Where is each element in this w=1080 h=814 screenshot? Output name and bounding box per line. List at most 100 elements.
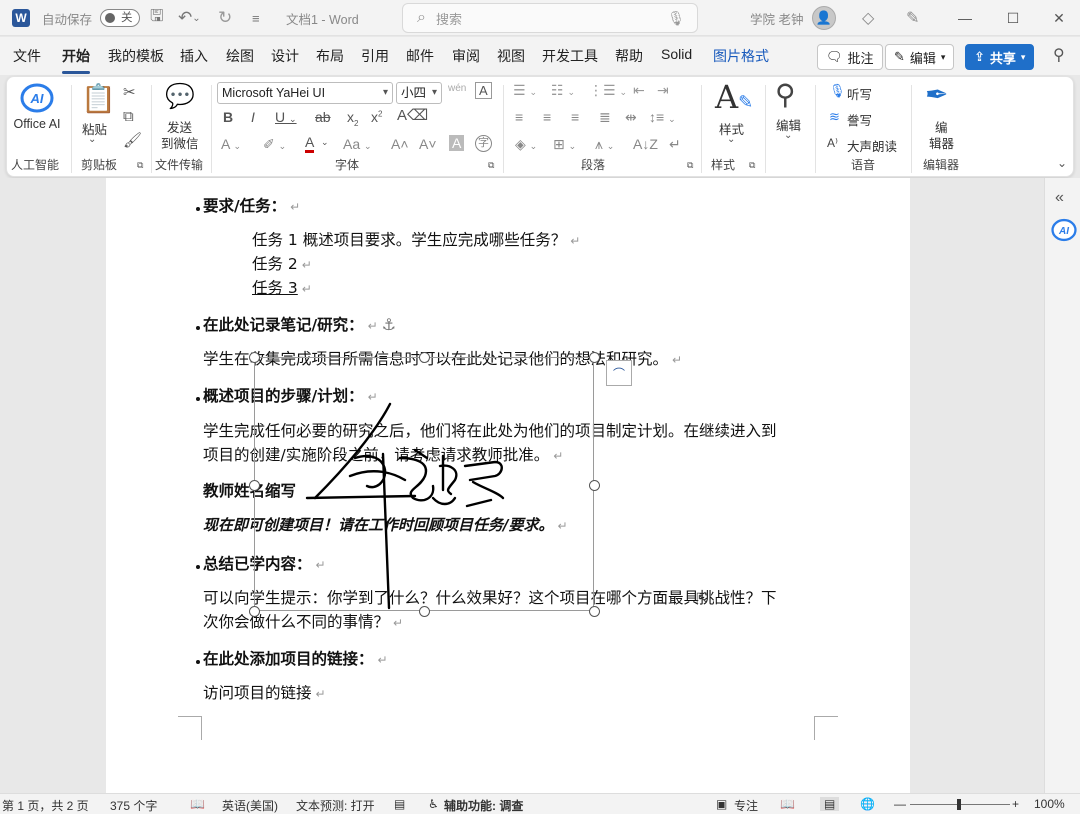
strikethrough-icon[interactable]: ab [315,110,331,124]
diamond-icon[interactable]: ◇ [862,0,874,36]
editor-label-2[interactable]: 辑器 [929,133,954,152]
resize-handle[interactable] [589,480,600,491]
borders-icon[interactable]: ⊞ ⌄ [553,137,576,151]
tab-my-templates[interactable]: 我的模板 [108,46,164,66]
focus-label[interactable]: 专注 [734,797,758,814]
tab-design[interactable]: 设计 [271,46,299,66]
minimize-button[interactable]: — [942,0,988,36]
numbering-icon[interactable]: ☷ ⌄ [551,83,575,97]
show-marks-icon[interactable]: ↵ [669,137,681,151]
microphone-icon[interactable]: 🎙 [829,84,846,97]
heading-notes[interactable]: 在此处记录笔记/研究： ↵ ⚓︎ [203,313,396,335]
grow-font-icon[interactable]: A˄ [391,137,409,151]
transcribe-label[interactable]: 誊写 [847,110,872,129]
cut-icon[interactable]: ✂ [123,85,136,100]
wechat-icon[interactable]: 💬 [165,85,195,109]
line-spacing-icon[interactable]: ↕≡ ⌄ [649,110,676,124]
align-left-icon[interactable]: ≡ [515,110,523,124]
clipboard-icon[interactable]: 📋 [81,85,116,113]
task-2[interactable]: 任务 2 ↵ [252,252,312,274]
avatar[interactable]: 👤 [812,0,836,36]
customize-qat-icon[interactable]: ≡ [252,0,260,36]
font-color-icon[interactable]: A [305,135,315,153]
font-size-select[interactable]: 小四 ▾ [396,82,442,104]
resize-handle[interactable] [589,352,600,363]
chevron-down-icon[interactable]: ⌄ [727,135,735,145]
office-ai-icon[interactable]: AI [1051,218,1077,245]
read-aloud-label[interactable]: 大声朗读 [847,136,897,155]
resize-handle[interactable] [419,606,430,617]
zoom-slider-thumb[interactable] [957,799,961,810]
phonetic-guide-icon[interactable]: wén [448,84,466,94]
layout-options-icon[interactable]: ⌒ [606,360,632,386]
zoom-in-icon[interactable]: + [1012,797,1019,811]
macro-icon[interactable]: ▤ [394,797,405,811]
chevron-down-icon[interactable]: ⌄ [784,131,792,141]
underline-icon[interactable]: U ⌄ [275,110,297,124]
tab-insert[interactable]: 插入 [180,46,208,66]
tab-solid[interactable]: Solid [661,46,692,62]
italic-icon[interactable]: I [251,110,255,124]
read-aloud-icon[interactable]: A⁾ [827,137,838,149]
superscript-icon[interactable]: x2 [371,110,382,124]
undo-icon[interactable]: ↶ ⌄ [178,0,201,36]
char-border-icon[interactable]: A [475,82,492,99]
save-icon[interactable]: 🖫 [150,0,164,36]
accessibility-status[interactable]: 辅助功能: 调查 [444,797,523,814]
pen-icon[interactable]: ✎ [906,0,919,36]
user-name[interactable]: 学院 老钟 [750,0,803,36]
language[interactable]: 英语(美国) [222,797,278,814]
task-1[interactable]: 任务 1 概述项目要求。学生应完成哪些任务？ ↵ [252,228,580,250]
tab-developer[interactable]: 开发工具 [542,46,598,66]
copy-icon[interactable]: ⧉ [123,109,134,124]
sort-icon[interactable]: A↓Z [633,137,658,151]
heading-requirements[interactable]: 要求/任务： ↵ [203,194,300,216]
distributed-icon[interactable]: ⇹ [625,110,637,124]
justify-icon[interactable]: ≣ [599,110,611,124]
dialog-launcher-icon[interactable]: ⧉ [749,161,755,170]
print-layout-icon[interactable]: ▤ [820,797,840,811]
maximize-button[interactable]: ☐ [990,0,1036,36]
resize-handle[interactable] [419,352,430,363]
autosave-toggle[interactable]: 关 [96,0,140,36]
read-mode-icon[interactable]: 📖 [780,797,795,811]
anchor-icon[interactable]: ⚓︎ [382,315,396,334]
font-name-select[interactable]: Microsoft YaHei UI ▾ [217,82,393,104]
web-layout-icon[interactable]: 🌐 [860,797,875,811]
bold-icon[interactable]: B [223,110,233,124]
collapse-ribbon-icon[interactable]: ⌄ [1057,157,1067,169]
close-button[interactable]: ✕ [1036,0,1080,36]
bullets-icon[interactable]: ☰ ⌄ [513,83,537,97]
multilevel-list-icon[interactable]: ⋮☰ ⌄ [589,83,627,97]
text-effects-icon[interactable]: A ⌄ [221,137,241,151]
proofing-icon[interactable]: 📖 [190,797,205,811]
resize-handle[interactable] [249,606,260,617]
resize-handle[interactable] [589,606,600,617]
increase-indent-icon[interactable]: ⇥ [657,83,669,97]
dictate-label[interactable]: 听写 [847,84,872,103]
tab-references[interactable]: 引用 [361,46,389,66]
decrease-indent-icon[interactable]: ⇤ [633,83,645,97]
editor-icon[interactable]: ✒ [925,81,948,109]
dialog-launcher-icon[interactable]: ⧉ [137,161,143,170]
transcribe-icon[interactable]: ≋ [829,110,840,123]
redo-icon[interactable]: ↻ [218,0,232,36]
dialog-launcher-icon[interactable]: ⧉ [488,161,494,170]
office-ai-button[interactable]: AI [17,83,57,115]
char-shading-icon[interactable]: A [449,135,465,151]
change-case-icon[interactable]: Aa ⌄ [343,137,372,151]
enclose-char-icon[interactable]: 字 [475,135,492,152]
tab-mailings[interactable]: 邮件 [406,46,434,66]
person-search-icon[interactable]: ⚲ [1053,45,1065,65]
send-wechat-label-2[interactable]: 到微信 [161,133,199,152]
tab-file[interactable]: 文件 [13,46,41,66]
tab-picture-format[interactable]: 图片格式 [713,46,769,66]
chevron-down-icon[interactable]: ⌄ [321,138,329,147]
styles-icon[interactable]: A✎ [715,81,753,113]
link-paragraph[interactable]: 访问项目的链接 ↵ [203,681,326,703]
resize-handle[interactable] [249,352,260,363]
clear-format-icon[interactable]: A⌫ [397,108,428,123]
heading-link[interactable]: 在此处添加项目的链接： ↵ [203,647,388,669]
zoom-out-icon[interactable]: — [894,797,906,811]
microphone-icon[interactable]: 🎙 [667,10,685,27]
